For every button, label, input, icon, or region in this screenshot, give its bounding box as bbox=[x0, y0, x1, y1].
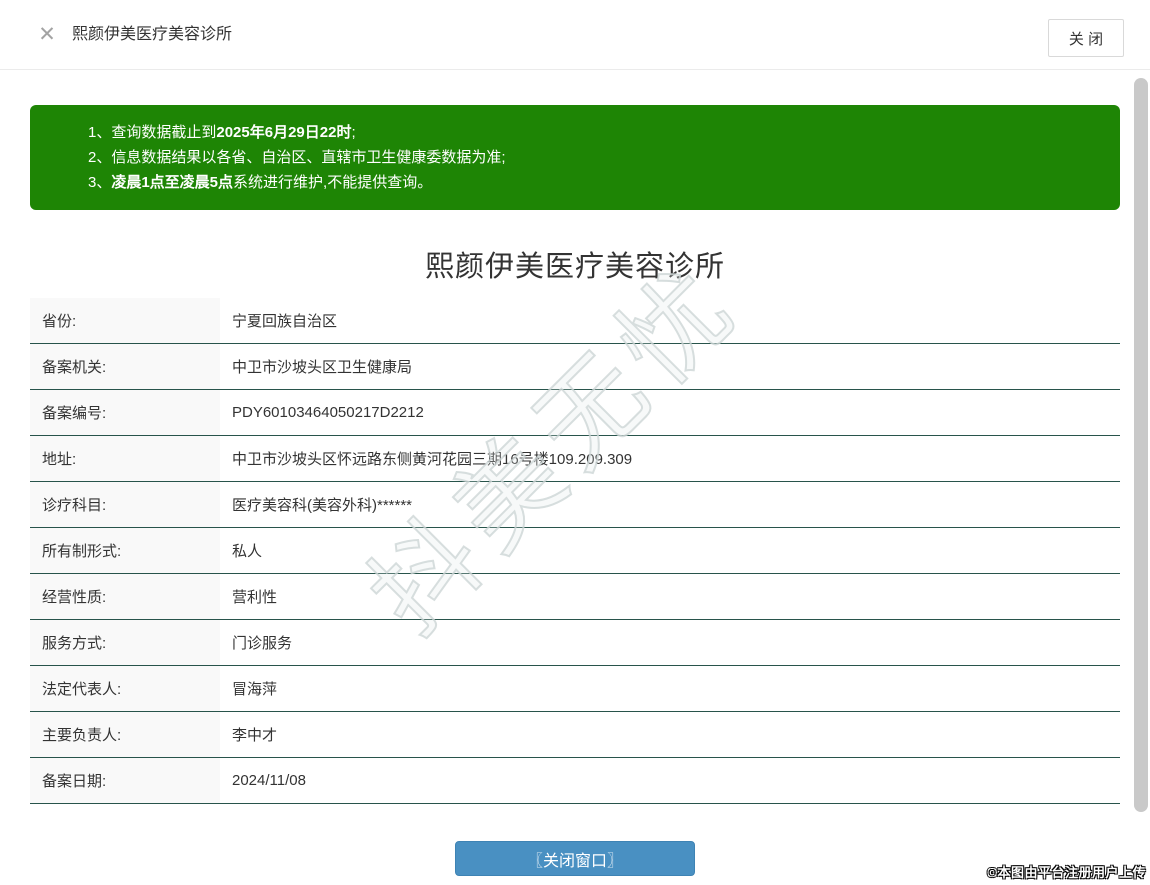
field-label: 备案日期: bbox=[30, 758, 220, 803]
clinic-record-page: ✕ 熙颜伊美医疗美容诊所 关 闭 1、查询数据截止到2025年6月29日22时;… bbox=[0, 0, 1150, 885]
close-x-icon[interactable]: ✕ bbox=[36, 24, 58, 46]
notice-item: 1、查询数据截止到2025年6月29日22时; bbox=[88, 124, 356, 141]
notice-item: 3、凌晨1点至凌晨5点系统进行维护,不能提供查询。 bbox=[88, 174, 433, 191]
field-value: 冒海萍 bbox=[232, 681, 278, 698]
table-row: 备案日期: 2024/11/08 bbox=[30, 758, 1120, 804]
field-label: 经营性质: bbox=[30, 574, 220, 619]
window-title: 熙颜伊美医疗美容诊所 bbox=[72, 26, 233, 43]
field-label: 备案机关: bbox=[30, 344, 220, 389]
copyright-text: ©本图由平台注册用户上传 bbox=[987, 865, 1146, 880]
close-window-button[interactable]: 〖关闭窗口〗 bbox=[455, 841, 695, 876]
table-row: 省份: 宁夏回族自治区 bbox=[30, 298, 1120, 344]
table-row: 经营性质: 营利性 bbox=[30, 574, 1120, 620]
field-value: 门诊服务 bbox=[232, 635, 293, 652]
field-value: PDY60103464050217D2212 bbox=[232, 404, 424, 421]
field-value: 中卫市沙坡头区怀远路东侧黄河花园三期16号楼109.209.309 bbox=[232, 451, 633, 468]
scrollbar-thumb[interactable] bbox=[1134, 78, 1148, 812]
field-value: 宁夏回族自治区 bbox=[232, 313, 338, 330]
field-value: 中卫市沙坡头区卫生健康局 bbox=[232, 359, 413, 376]
top-bar: ✕ 熙颜伊美医疗美容诊所 关 闭 bbox=[0, 0, 1150, 70]
field-value: 2024/11/08 bbox=[232, 772, 306, 789]
table-row: 诊疗科目: 医疗美容科(美容外科)****** bbox=[30, 482, 1120, 528]
field-label: 法定代表人: bbox=[30, 666, 220, 711]
field-label: 备案编号: bbox=[30, 390, 220, 435]
field-value: 李中才 bbox=[232, 727, 278, 744]
field-label: 主要负责人: bbox=[30, 712, 220, 757]
table-row: 法定代表人: 冒海萍 bbox=[30, 666, 1120, 712]
table-row: 主要负责人: 李中才 bbox=[30, 712, 1120, 758]
field-value: 私人 bbox=[232, 543, 263, 560]
clinic-name-heading: 熙颜伊美医疗美容诊所 bbox=[424, 251, 725, 283]
field-value: 营利性 bbox=[232, 589, 278, 606]
table-row: 备案编号: PDY60103464050217D2212 bbox=[30, 390, 1120, 436]
notice-box: 1、查询数据截止到2025年6月29日22时; 2、信息数据结果以各省、自治区、直… bbox=[30, 105, 1120, 210]
field-value: 医疗美容科(美容外科)****** bbox=[232, 497, 413, 514]
table-row: 服务方式: 门诊服务 bbox=[30, 620, 1120, 666]
field-label: 所有制形式: bbox=[30, 528, 220, 573]
field-label: 地址: bbox=[30, 436, 220, 481]
table-row: 所有制形式: 私人 bbox=[30, 528, 1120, 574]
field-label: 诊疗科目: bbox=[30, 482, 220, 527]
notice-list: 1、查询数据截止到2025年6月29日22时; 2、信息数据结果以各省、自治区、直… bbox=[88, 120, 1100, 195]
table-row: 地址: 中卫市沙坡头区怀远路东侧黄河花园三期16号楼109.209.309 bbox=[30, 436, 1120, 482]
close-button[interactable]: 关 闭 bbox=[1048, 19, 1124, 57]
notice-item: 2、信息数据结果以各省、自治区、直辖市卫生健康委数据为准; bbox=[88, 149, 506, 166]
field-label: 服务方式: bbox=[30, 620, 220, 665]
info-table: 省份: 宁夏回族自治区 备案机关: 中卫市沙坡头区卫生健康局 备案编号: PDY60103… bbox=[30, 298, 1120, 804]
table-row: 备案机关: 中卫市沙坡头区卫生健康局 bbox=[30, 344, 1120, 390]
field-label: 省份: bbox=[30, 298, 220, 343]
